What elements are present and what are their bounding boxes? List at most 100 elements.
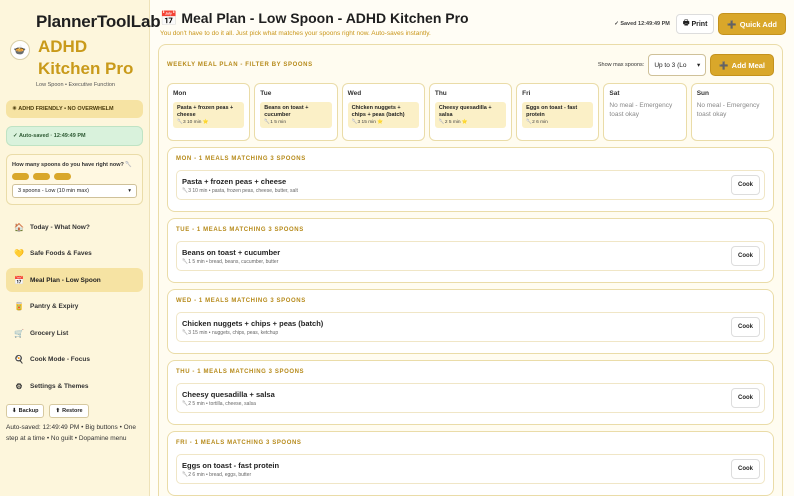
- backup-actions: ⬇ Backup ⬆ Restore: [6, 404, 143, 418]
- spoon-level[interactable]: [12, 173, 137, 180]
- quick-add-button[interactable]: ➕ Quick Add: [718, 13, 786, 35]
- day-card-fri[interactable]: Fri Eggs on toast - fast protein 🥄2 6 min: [516, 83, 600, 141]
- sidebar-item-grocery-list[interactable]: 🛒 Grocery List: [6, 321, 143, 345]
- cook-button[interactable]: Cook: [731, 246, 760, 266]
- plus-icon: ➕: [727, 19, 737, 29]
- chevron-down-icon: ▾: [128, 188, 131, 194]
- week-grid: Mon Pasta + frozen peas + cheese 🥄3 10 min…: [167, 83, 774, 141]
- day-section: WED - 1 MEALS MATCHING 3 SPOONS Chicken n…: [167, 289, 774, 354]
- cook-button[interactable]: Cook: [731, 317, 760, 337]
- sidebar-item-label: Cook Mode - Focus: [30, 356, 90, 363]
- sidebar-item-pantry-expiry[interactable]: 🥫 Pantry & Expiry: [6, 295, 143, 319]
- cook-button[interactable]: Cook: [731, 459, 760, 479]
- section-title: THU - 1 MEALS MATCHING 3 SPOONS: [176, 369, 305, 375]
- day-card-tue[interactable]: Tue Beans on toast + cucumber 🥄1 5 min: [254, 83, 338, 141]
- add-meal-button[interactable]: ➕ Add Meal: [710, 54, 774, 76]
- sidebar-item-label: Today - What Now?: [30, 223, 90, 231]
- meal-meta-text: 2 5 min • tortilla, cheese, salsa: [188, 400, 256, 407]
- meal-row[interactable]: Pasta + frozen peas + cheese 🥄3 10 min • …: [176, 170, 765, 200]
- check-icon: ✓: [13, 133, 18, 139]
- max-spoons-label: Show max spoons:: [597, 62, 645, 68]
- sidebar-item-today-what-now[interactable]: 🏠 Today - What Now?: [6, 215, 143, 239]
- restore-button[interactable]: ⬆ Restore: [49, 404, 89, 418]
- meal-name: Eggs on toast - fast protein: [182, 460, 280, 470]
- day-section: FRI - 1 MEALS MATCHING 3 SPOONS Eggs on t…: [167, 431, 774, 496]
- print-button[interactable]: 🖶 Print: [675, 14, 715, 34]
- meal-meta-text: 3 15 min • nuggets, chips, peas, ketchup: [188, 329, 279, 336]
- meal-name: Cheesy quesadilla + salsa: [182, 389, 275, 399]
- spoon-select[interactable]: 3 spoons - Low (10 min max) ▾: [12, 184, 137, 198]
- meal-meta: 🥄1 5 min • bread, beans, cucumber, butte…: [182, 259, 280, 265]
- app-root: PlannerToolLab 🍲 ADHD Kitchen Pro Low Sp…: [0, 0, 794, 496]
- day-meal-name: Chicken nuggets + chips + peas (batch): [351, 105, 405, 118]
- chevron-down-icon: ▾: [697, 62, 701, 69]
- meal-name: Chicken nuggets + chips + peas (batch): [182, 318, 324, 328]
- meal-row[interactable]: Beans on toast + cucumber 🥄1 5 min • brea…: [176, 241, 765, 271]
- house-icon: 🏠: [14, 222, 24, 232]
- day-name: Thu: [434, 90, 447, 97]
- sidebar-nav: 🏠 Today - What Now? 💛 Safe Foods & Faves 📅 Me…: [6, 215, 143, 398]
- meal-info: Cheesy quesadilla + salsa 🥄2 5 min • tort…: [182, 390, 275, 407]
- sidebar-item-meal-plan-low-spoon[interactable]: 📅 Meal Plan - Low Spoon: [6, 268, 143, 292]
- check-icon: ✓: [614, 21, 619, 27]
- day-meal[interactable]: Beans on toast + cucumber 🥄1 5 min: [260, 102, 332, 128]
- backup-button[interactable]: ⬇ Backup: [6, 404, 45, 418]
- spoon-dot[interactable]: [54, 173, 71, 180]
- max-spoons-select[interactable]: Up to 3 (Lo ▾: [648, 54, 707, 76]
- autosave-badge: ✓ Auto-saved · 12:49:49 PM: [6, 126, 143, 146]
- adhd-badge: ☀ ADHD FRIENDLY • NO OVERWHELM: [6, 100, 143, 118]
- day-meal-meta: 🥄3 10 min ⭐: [177, 120, 240, 125]
- top-actions: ✓ Saved 12:49:49 PM 🖶 Print ➕ Quick Add: [614, 10, 786, 35]
- day-empty-note: No meal - Emergency toast okay: [609, 102, 673, 118]
- day-sections: MON - 1 MEALS MATCHING 3 SPOONS Pasta + f…: [167, 147, 774, 496]
- meal-meta-text: 2 6 min • bread, eggs, butter: [188, 471, 252, 478]
- day-meal[interactable]: Eggs on toast - fast protein 🥄2 6 min: [522, 102, 594, 128]
- cook-button[interactable]: Cook: [731, 388, 760, 408]
- cart-icon: 🛒: [14, 328, 24, 338]
- sidebar: PlannerToolLab 🍲 ADHD Kitchen Pro Low Sp…: [0, 0, 161, 496]
- day-card-wed[interactable]: Wed Chicken nuggets + chips + peas (batch…: [341, 83, 425, 141]
- day-meal-name: Cheesy quesadilla + salsa: [438, 105, 492, 118]
- meal-row[interactable]: Eggs on toast - fast protein 🥄2 6 min • b…: [176, 454, 765, 484]
- day-name: Wed: [347, 90, 362, 97]
- day-meal[interactable]: Pasta + frozen peas + cheese 🥄3 10 min ⭐: [173, 102, 245, 128]
- day-card-thu[interactable]: Thu Cheesy quesadilla + salsa 🥄2 5 min ⭐: [428, 83, 513, 141]
- title-block: 📅 Meal Plan - Low Spoon - ADHD Kitchen P…: [160, 10, 469, 37]
- meal-meta-text: 3 10 min ⭐: [182, 120, 209, 125]
- day-name: Tue: [260, 90, 272, 97]
- meal-name: Pasta + frozen peas + cheese: [182, 176, 287, 186]
- day-card-sun[interactable]: Sun No meal - Emergency toast okay: [690, 83, 774, 141]
- sidebar-item-settings-themes[interactable]: ⚙ Settings & Themes: [6, 374, 143, 398]
- meal-info: Beans on toast + cucumber 🥄1 5 min • brea…: [182, 248, 280, 265]
- meal-meta-text: 1 5 min • bread, beans, cucumber, butter: [188, 258, 279, 265]
- section-title: WED - 1 MEALS MATCHING 3 SPOONS: [176, 298, 306, 304]
- day-meal-name: Beans on toast + cucumber: [264, 105, 309, 118]
- day-meal-name: Pasta + frozen peas + cheese: [177, 105, 234, 118]
- meal-meta-text: 3 15 min ⭐: [357, 120, 384, 125]
- day-meal[interactable]: Chicken nuggets + chips + peas (batch) 🥄3…: [347, 102, 419, 128]
- meal-row[interactable]: Chicken nuggets + chips + peas (batch) 🥄3…: [176, 312, 765, 342]
- sidebar-item-label: Grocery List: [30, 329, 69, 337]
- day-name: Sat: [609, 90, 620, 97]
- sidebar-item-label: Safe Foods & Faves: [30, 250, 92, 257]
- meal-meta: 🥄2 6 min • bread, eggs, butter: [182, 472, 279, 478]
- sidebar-item-label: Pantry & Expiry: [30, 303, 79, 310]
- sidebar-item-safe-foods-faves[interactable]: 💛 Safe Foods & Faves: [6, 242, 143, 266]
- cook-button[interactable]: Cook: [731, 175, 760, 195]
- main-content: 📅 Meal Plan - Low Spoon - ADHD Kitchen P…: [150, 0, 794, 496]
- day-meal-name: Eggs on toast - fast protein: [526, 105, 578, 118]
- spoon-dot[interactable]: [33, 173, 50, 180]
- day-name: Sun: [696, 90, 709, 97]
- spoon-icon: 🥄: [125, 162, 133, 168]
- sidebar-item-cook-mode-focus[interactable]: 🍳 Cook Mode - Focus: [6, 348, 143, 372]
- day-card-sat[interactable]: Sat No meal - Emergency toast okay: [603, 83, 687, 141]
- day-meal[interactable]: Cheesy quesadilla + salsa 🥄2 5 min ⭐: [434, 102, 507, 128]
- sidebar-footer: Auto-saved: 12:49:49 PM • Big buttons • …: [6, 424, 136, 442]
- day-empty-note: No meal - Emergency toast okay: [696, 102, 760, 118]
- meal-meta-text: 2 5 min ⭐: [444, 120, 468, 125]
- meal-name: Beans on toast + cucumber: [182, 247, 281, 257]
- day-card-mon[interactable]: Mon Pasta + frozen peas + cheese 🥄3 10 min…: [167, 83, 251, 141]
- day-section: THU - 1 MEALS MATCHING 3 SPOONS Cheesy qu…: [167, 360, 774, 425]
- meal-row[interactable]: Cheesy quesadilla + salsa 🥄2 5 min • tort…: [176, 383, 765, 413]
- spoon-dot[interactable]: [12, 173, 29, 180]
